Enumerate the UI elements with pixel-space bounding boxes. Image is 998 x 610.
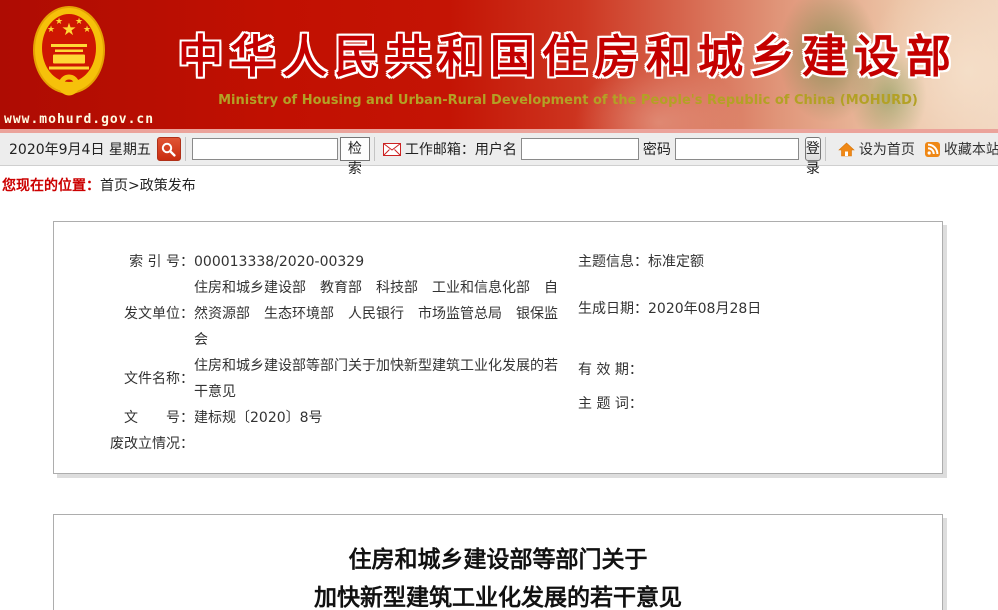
info-row-document-title: 文件名称： 住房和城乡建设部等部门关于加快新型建筑工业化发展的若干意见 bbox=[54, 353, 570, 405]
info-label: 文 号： bbox=[54, 405, 194, 431]
site-title: 中华人民共和国住房和城乡建设部 bbox=[138, 20, 998, 85]
info-label: 文件名称： bbox=[54, 353, 194, 405]
info-row-topic: 主题信息：标准定额 bbox=[578, 249, 761, 275]
info-row-repeal-status: 废改立情况： bbox=[54, 431, 570, 457]
svg-text:★: ★ bbox=[83, 25, 91, 35]
info-column-right: 主题信息：标准定额 生成日期：2020年08月28日 有 效 期： 主 题 词： bbox=[570, 222, 761, 473]
info-table-left: 索 引 号： 000013338/2020-00329 发文单位： 住房和城乡建… bbox=[54, 249, 570, 457]
info-value: 住房和城乡建设部等部门关于加快新型建筑工业化发展的若干意见 bbox=[194, 353, 570, 405]
site-subtitle-en: Ministry of Housing and Urban-Rural Deve… bbox=[138, 93, 998, 108]
username-input[interactable] bbox=[521, 138, 639, 160]
mail-icon bbox=[383, 143, 401, 156]
info-value: 住房和城乡建设部 教育部 科技部 工业和信息化部 自然资源部 生态环境部 人民银… bbox=[194, 275, 570, 353]
toolbar-divider bbox=[825, 137, 826, 161]
password-input[interactable] bbox=[675, 138, 799, 160]
toolbar-right-links: 设为首页 收藏本站 bbox=[821, 137, 998, 161]
svg-text:★: ★ bbox=[47, 25, 55, 35]
info-row-keywords: 主 题 词： bbox=[578, 391, 761, 417]
breadcrumb-path[interactable]: 首页>政策发布 bbox=[100, 178, 196, 194]
date-label: 2020年9月4日 星期五 bbox=[9, 139, 151, 159]
search-button[interactable]: 检 索 bbox=[340, 137, 370, 161]
breadcrumb-prefix: 您现在的位置： bbox=[2, 178, 100, 194]
info-row-validity: 有 效 期： bbox=[578, 357, 761, 383]
info-label: 生成日期： bbox=[578, 301, 648, 317]
rss-icon bbox=[925, 142, 940, 157]
search-icon[interactable] bbox=[157, 137, 181, 161]
info-value: 2020年08月28日 bbox=[648, 301, 761, 317]
home-icon bbox=[838, 142, 855, 157]
national-emblem-icon: ★ ★ ★ ★ ★ bbox=[30, 4, 108, 100]
info-row-issue-date: 生成日期：2020年08月28日 bbox=[578, 296, 761, 322]
banner-titles: 中华人民共和国住房和城乡建设部 Ministry of Housing and … bbox=[138, 0, 998, 108]
article-title-line1: 住房和城乡建设部等部门关于 bbox=[54, 541, 942, 579]
article-title-line2: 加快新型建筑工业化发展的若干意见 bbox=[54, 579, 942, 610]
info-value: 标准定额 bbox=[648, 254, 704, 270]
bookmark-link[interactable]: 收藏本站 bbox=[944, 139, 998, 159]
site-banner: ★ ★ ★ ★ ★ www.mohurd.gov.cn 中华人民共和国住房和城乡… bbox=[0, 0, 998, 133]
password-label: 密码 bbox=[643, 139, 671, 159]
info-row-index-number: 索 引 号： 000013338/2020-00329 bbox=[54, 249, 570, 275]
breadcrumb: 您现在的位置：首页>政策发布 bbox=[2, 176, 998, 196]
toolbar-divider bbox=[185, 137, 186, 161]
set-home-link[interactable]: 设为首页 bbox=[859, 139, 915, 159]
info-label: 主题信息： bbox=[578, 254, 648, 270]
info-value: 建标规〔2020〕8号 bbox=[194, 405, 570, 431]
info-value bbox=[194, 431, 570, 457]
document-info-panel: 索 引 号： 000013338/2020-00329 发文单位： 住房和城乡建… bbox=[53, 221, 943, 474]
svg-text:★: ★ bbox=[55, 17, 63, 27]
toolbar: 2020年9月4日 星期五 检 索 工作邮箱：用户名 密码 登录 设为首页 bbox=[0, 133, 998, 166]
info-label: 索 引 号： bbox=[54, 249, 194, 275]
svg-text:★: ★ bbox=[75, 17, 83, 27]
toolbar-divider bbox=[374, 137, 375, 161]
info-value: 000013338/2020-00329 bbox=[194, 249, 570, 275]
mail-username-label: 工作邮箱：用户名 bbox=[405, 139, 517, 159]
info-label: 主 题 词： bbox=[578, 396, 643, 412]
info-label: 废改立情况： bbox=[54, 431, 194, 457]
search-input[interactable] bbox=[192, 138, 338, 160]
info-row-document-number: 文 号： 建标规〔2020〕8号 bbox=[54, 405, 570, 431]
site-url: www.mohurd.gov.cn bbox=[4, 112, 136, 127]
login-button[interactable]: 登录 bbox=[805, 137, 821, 161]
emblem-area: ★ ★ ★ ★ ★ www.mohurd.gov.cn bbox=[0, 0, 138, 133]
info-label: 有 效 期： bbox=[578, 362, 643, 378]
info-row-issuing-units: 发文单位： 住房和城乡建设部 教育部 科技部 工业和信息化部 自然资源部 生态环… bbox=[54, 275, 570, 353]
article-panel: 住房和城乡建设部等部门关于 加快新型建筑工业化发展的若干意见 bbox=[53, 514, 943, 610]
info-label: 发文单位： bbox=[54, 275, 194, 353]
